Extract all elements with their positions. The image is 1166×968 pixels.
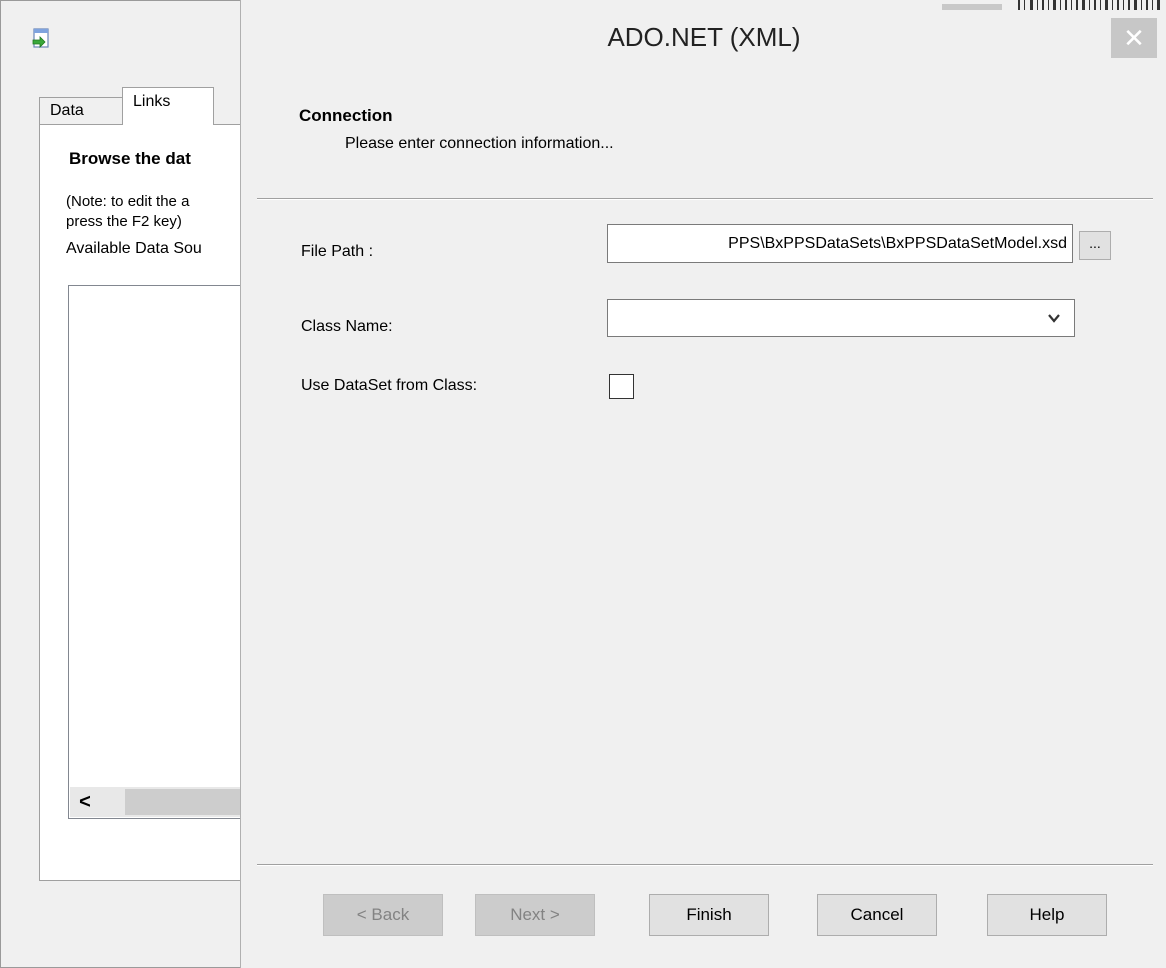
- close-icon: ✕: [1123, 23, 1145, 53]
- browse-heading: Browse the dat: [69, 149, 191, 168]
- help-button[interactable]: Help: [987, 894, 1107, 936]
- dialog-titlebar: ADO.NET (XML) ✕: [241, 0, 1166, 80]
- header-divider: [257, 198, 1153, 200]
- edit-note-line1: (Note: to edit the a: [66, 193, 190, 210]
- edit-note-line2: press the F2 key): [66, 213, 182, 230]
- section-subtitle: Please enter connection information...: [345, 135, 614, 152]
- chevron-down-icon[interactable]: [1046, 310, 1062, 326]
- use-dataset-label: Use DataSet from Class:: [301, 377, 478, 394]
- edit-note: (Note: to edit the a press the F2 key): [66, 192, 189, 232]
- next-button[interactable]: Next >: [475, 894, 595, 936]
- section-title: Connection: [299, 106, 393, 125]
- scroll-left-arrow-icon[interactable]: <: [70, 787, 100, 817]
- class-name-dropdown[interactable]: [607, 299, 1075, 337]
- cancel-button[interactable]: Cancel: [817, 894, 937, 936]
- dialog-body: Connection Please enter connection infor…: [257, 80, 1153, 955]
- dialog-title: ADO.NET (XML): [607, 22, 801, 52]
- available-data-sources-label: Available Data Sou: [66, 240, 202, 257]
- close-button[interactable]: ✕: [1111, 18, 1157, 58]
- browse-file-button[interactable]: ...: [1079, 231, 1111, 260]
- tab-data[interactable]: Data: [39, 97, 123, 125]
- barcode-strip: [942, 0, 1160, 10]
- class-name-label: Class Name:: [301, 318, 393, 335]
- ado-net-xml-dialog: ADO.NET (XML) ✕ Connection Please enter …: [240, 0, 1166, 968]
- file-path-label: File Path :: [301, 243, 374, 260]
- app-icon: [31, 27, 53, 49]
- footer-divider: [257, 864, 1153, 866]
- file-path-input[interactable]: PPS\BxPPSDataSets\BxPPSDataSetModel.xsd: [607, 224, 1073, 263]
- tab-links[interactable]: Links: [122, 87, 214, 125]
- back-button[interactable]: < Back: [323, 894, 443, 936]
- finish-button[interactable]: Finish: [649, 894, 769, 936]
- use-dataset-checkbox[interactable]: [609, 374, 634, 399]
